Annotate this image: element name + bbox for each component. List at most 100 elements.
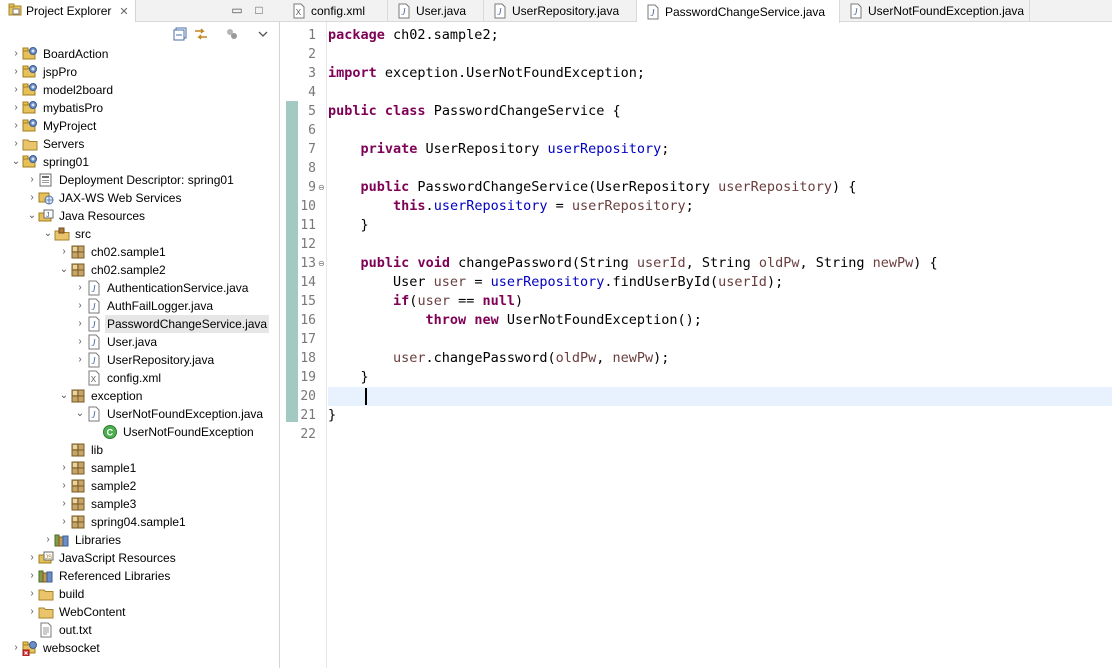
tree-item[interactable]: › JAX-WS Web Services [0,189,280,207]
collapsed-chevron-icon[interactable]: › [74,279,86,297]
code-line[interactable]: } [328,368,1112,387]
expanded-chevron-icon[interactable]: ⌄ [26,207,38,225]
code-line[interactable]: } [328,406,1112,425]
collapsed-chevron-icon[interactable]: › [26,549,38,567]
editor-tab[interactable]: Xconfig.xml [283,0,388,22]
collapsed-chevron-icon[interactable]: › [26,189,38,207]
expanded-chevron-icon[interactable]: ⌄ [10,153,22,171]
code-line[interactable]: if(user == null) [328,292,1112,311]
expanded-chevron-icon[interactable]: ⌄ [58,261,70,279]
code-line[interactable]: this.userRepository = userRepository; [328,197,1112,216]
code-line[interactable] [328,387,1112,406]
collapsed-chevron-icon[interactable]: › [42,531,54,549]
tree-item[interactable]: › WebContent [0,603,280,621]
code-text[interactable]: package ch02.sample2; import exception.Us… [328,22,1112,668]
tree-item[interactable]: › Referenced Libraries [0,567,280,585]
link-with-editor-icon[interactable] [193,27,209,43]
fold-toggle-icon[interactable]: ⊖ [318,178,326,197]
tree-item[interactable]: › J User.java [0,333,280,351]
collapsed-chevron-icon[interactable]: › [74,351,86,369]
tree-item[interactable]: › jspPro [0,63,280,81]
tree-item[interactable]: › MyProject [0,117,280,135]
code-line[interactable]: public class PasswordChangeService { [328,102,1112,121]
tree-item[interactable]: › mybatisPro [0,99,280,117]
editor-tab[interactable]: J User.java [388,0,484,22]
view-menu-icon[interactable] [255,27,271,43]
collapsed-chevron-icon[interactable]: › [10,99,22,117]
tree-item[interactable]: › websocket [0,639,280,657]
collapsed-chevron-icon[interactable]: › [26,567,38,585]
tree-item[interactable]: › build [0,585,280,603]
collapsed-chevron-icon[interactable]: › [58,495,70,513]
maximize-icon[interactable]: □ [252,3,266,17]
tree-item[interactable]: ⌄ J UserNotFoundException.java [0,405,280,423]
collapsed-chevron-icon[interactable]: › [74,333,86,351]
collapse-all-icon[interactable] [172,27,188,43]
tree-item[interactable]: › Servers [0,135,280,153]
editor-tab[interactable]: J UserRepository.java [484,0,637,22]
tree-item[interactable]: C UserNotFoundException [0,423,280,441]
tree-item[interactable]: › ch02.sample1 [0,243,280,261]
fold-toggle-icon[interactable]: ⊖ [318,254,326,273]
code-line[interactable]: User user = userRepository.findUserById(… [328,273,1112,292]
code-line[interactable] [328,425,1112,444]
collapsed-chevron-icon[interactable]: › [74,315,86,333]
editor-tab[interactable]: J UserNotFoundException.java [840,0,1030,22]
tree-item[interactable]: lib [0,441,280,459]
tree-item[interactable]: › sample2 [0,477,280,495]
collapsed-chevron-icon[interactable]: › [26,603,38,621]
project-explorer-tab[interactable]: Project Explorer ✕ [0,0,136,22]
code-line[interactable] [328,45,1112,64]
collapsed-chevron-icon[interactable]: › [26,585,38,603]
tree-item[interactable]: › sample1 [0,459,280,477]
collapsed-chevron-icon[interactable]: › [58,243,70,261]
tree-item[interactable]: Xconfig.xml [0,369,280,387]
tree-item[interactable]: ⌄ exception [0,387,280,405]
code-line[interactable]: public void changePassword(String userId… [328,254,1112,273]
close-icon[interactable]: ✕ [119,5,128,18]
collapsed-chevron-icon[interactable]: › [10,639,22,657]
code-line[interactable]: private UserRepository userRepository; [328,140,1112,159]
tree-item[interactable]: › model2board [0,81,280,99]
editor-tab[interactable]: J PasswordChangeService.java [637,0,840,23]
collapsed-chevron-icon[interactable]: › [10,63,22,81]
tree-item[interactable]: ⌄ ch02.sample2 [0,261,280,279]
collapsed-chevron-icon[interactable]: › [26,171,38,189]
collapsed-chevron-icon[interactable]: › [10,117,22,135]
code-editor[interactable]: 1 2 3 4 5 6 7 8 9 ⊖ 10 11 12 13 ⊖ 14 15 16 17 18 19 20 21 22 pa… [280,22,1112,668]
code-line[interactable] [328,235,1112,254]
tree-item[interactable]: › spring04.sample1 [0,513,280,531]
code-line[interactable]: user.changePassword(oldPw, newPw); [328,349,1112,368]
code-line[interactable]: import exception.UserNotFoundException; [328,64,1112,83]
filter-icon[interactable] [224,27,240,43]
code-line[interactable]: throw new UserNotFoundException(); [328,311,1112,330]
code-line[interactable] [328,83,1112,102]
code-line[interactable]: package ch02.sample2; [328,26,1112,45]
tree-item[interactable]: › J PasswordChangeService.java [0,315,280,333]
collapsed-chevron-icon[interactable]: › [10,81,22,99]
minimize-icon[interactable]: ▭ [230,3,244,17]
code-line[interactable] [328,159,1112,178]
expanded-chevron-icon[interactable]: ⌄ [42,225,54,243]
tree-item[interactable]: ⌄ spring01 [0,153,280,171]
expanded-chevron-icon[interactable]: ⌄ [74,405,86,423]
tree-item[interactable]: › BoardAction [0,45,280,63]
tree-item[interactable]: ⌄ src [0,225,280,243]
tree-item[interactable]: › J AuthFailLogger.java [0,297,280,315]
collapsed-chevron-icon[interactable]: › [74,297,86,315]
tree-item[interactable]: › J UserRepository.java [0,351,280,369]
tree-item[interactable]: › JS JavaScript Resources [0,549,280,567]
collapsed-chevron-icon[interactable]: › [58,459,70,477]
tree-item[interactable]: › Deployment Descriptor: spring01 [0,171,280,189]
collapsed-chevron-icon[interactable]: › [10,135,22,153]
tree-item[interactable]: ⌄ J Java Resources [0,207,280,225]
tree-item[interactable]: › J AuthenticationService.java [0,279,280,297]
code-line[interactable]: } [328,216,1112,235]
tree-item[interactable]: › Libraries [0,531,280,549]
tree-item[interactable]: › sample3 [0,495,280,513]
collapsed-chevron-icon[interactable]: › [58,477,70,495]
collapsed-chevron-icon[interactable]: › [58,513,70,531]
code-line[interactable] [328,330,1112,349]
code-line[interactable]: public PasswordChangeService(UserReposit… [328,178,1112,197]
collapsed-chevron-icon[interactable]: › [10,45,22,63]
